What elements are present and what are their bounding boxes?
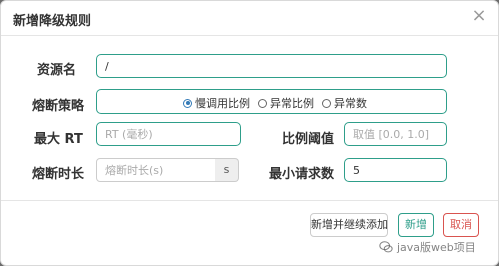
strategy-option-label: 异常比例 (270, 97, 314, 110)
strategy-radio-box: 慢调用比例 异常比例 异常数 (96, 89, 447, 114)
ratio-threshold-input[interactable] (344, 122, 447, 146)
dialog-title: 新增降级规则 (13, 14, 92, 29)
break-duration-label: 熔断时长 (32, 167, 85, 182)
ratio-threshold-label: 比例阈值 (281, 132, 334, 147)
strategy-option-error-ratio[interactable]: 异常比例 (258, 95, 314, 111)
strategy-option-label: 异常数 (334, 97, 367, 110)
save-and-continue-button[interactable]: 新增并继续添加 (310, 213, 388, 237)
watermark-text: java版web项目 (397, 241, 476, 254)
strategy-option-label: 慢调用比例 (195, 97, 250, 110)
resource-name-label: 资源名 (36, 63, 76, 78)
max-rt-label: 最大 RT (34, 132, 83, 147)
radio-selected-icon[interactable] (183, 98, 192, 108)
strategy-label: 熔断策略 (32, 99, 85, 114)
strategy-radio-group: 慢调用比例 异常比例 异常数 (183, 95, 367, 111)
break-duration-input[interactable] (96, 158, 216, 182)
radio-icon[interactable] (322, 98, 331, 108)
min-requests-label: 最小请求数 (268, 167, 334, 182)
radio-icon[interactable] (258, 98, 267, 108)
resource-name-input[interactable] (96, 54, 447, 78)
strategy-option-slow-ratio[interactable]: 慢调用比例 (183, 95, 250, 111)
strategy-option-error-count[interactable]: 异常数 (322, 95, 367, 111)
degrade-rule-dialog: 新增降级规则 × 资源名 熔断策略 慢调用比例 异常比例 异常数 最大 RT 比… (0, 0, 499, 266)
save-button[interactable]: 新增 (398, 213, 434, 237)
cancel-button[interactable]: 取消 (443, 213, 479, 237)
max-rt-input[interactable] (96, 122, 241, 146)
footer-divider (1, 200, 498, 201)
wechat-icon (379, 241, 393, 253)
dialog-header: 新增降级规则 × (1, 1, 498, 36)
watermark: java版web项目 (379, 239, 476, 255)
min-requests-input[interactable] (344, 158, 447, 182)
close-icon[interactable]: × (470, 7, 488, 25)
break-duration-unit: s (215, 158, 239, 182)
